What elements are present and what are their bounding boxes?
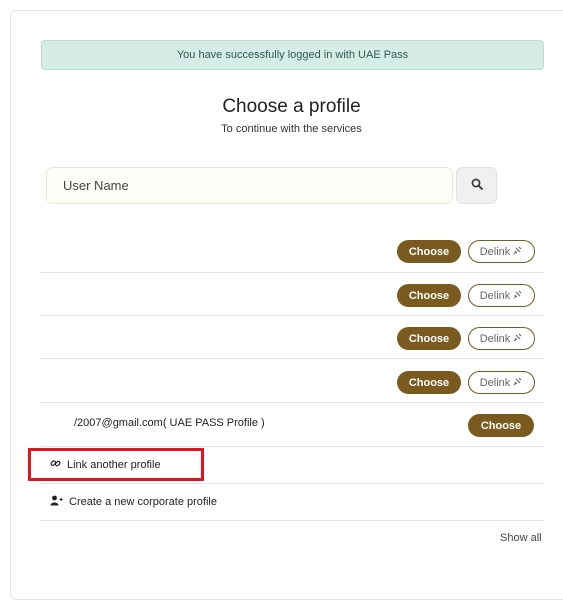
search-input[interactable]: User Name	[46, 167, 453, 204]
choose-button[interactable]: Choose	[468, 414, 534, 437]
page-subtitle: To continue with the services	[221, 123, 362, 135]
search-placeholder: User Name	[63, 178, 129, 193]
page-title: Choose a profile	[222, 96, 361, 117]
delink-button[interactable]: Delink	[468, 284, 535, 307]
choose-button[interactable]: Choose	[397, 284, 461, 307]
search-icon	[471, 177, 483, 195]
choose-button[interactable]: Choose	[397, 371, 461, 394]
user-plus-icon	[50, 495, 63, 509]
delink-button[interactable]: Delink	[468, 240, 535, 263]
unlink-icon	[513, 332, 523, 345]
delink-label: Delink	[479, 376, 511, 389]
delink-button[interactable]: Delink	[468, 371, 535, 394]
show-all-link[interactable]: Show all	[500, 532, 542, 544]
success-alert-text: You have successfully logged in with UAE…	[176, 49, 409, 61]
choose-button[interactable]: Choose	[397, 327, 461, 350]
unlink-icon	[513, 376, 523, 389]
delink-button[interactable]: Delink	[468, 327, 535, 350]
unlink-icon	[513, 289, 523, 302]
profile-row: Choose Delink	[41, 230, 544, 273]
success-alert: You have successfully logged in with UAE…	[41, 40, 544, 70]
profile-row: Choose Delink	[41, 273, 544, 316]
uae-pass-profile-row: /2007@gmail.com( UAE PASS Profile ) Choo…	[41, 404, 544, 447]
delink-label: Delink	[479, 245, 511, 258]
delink-label: Delink	[479, 289, 511, 302]
search-button[interactable]	[456, 167, 497, 204]
delink-label: Delink	[479, 332, 511, 345]
choose-button[interactable]: Choose	[397, 240, 461, 263]
profile-email: /2007@gmail.com( UAE PASS Profile )	[74, 417, 265, 429]
profile-row: Choose Delink	[41, 316, 544, 359]
unlink-icon	[513, 245, 523, 258]
create-corporate-profile-label: Create a new corporate profile	[69, 496, 217, 508]
highlight-box	[28, 448, 204, 481]
create-corporate-profile[interactable]: Create a new corporate profile	[41, 484, 544, 521]
profile-row: Choose Delink	[41, 360, 544, 403]
